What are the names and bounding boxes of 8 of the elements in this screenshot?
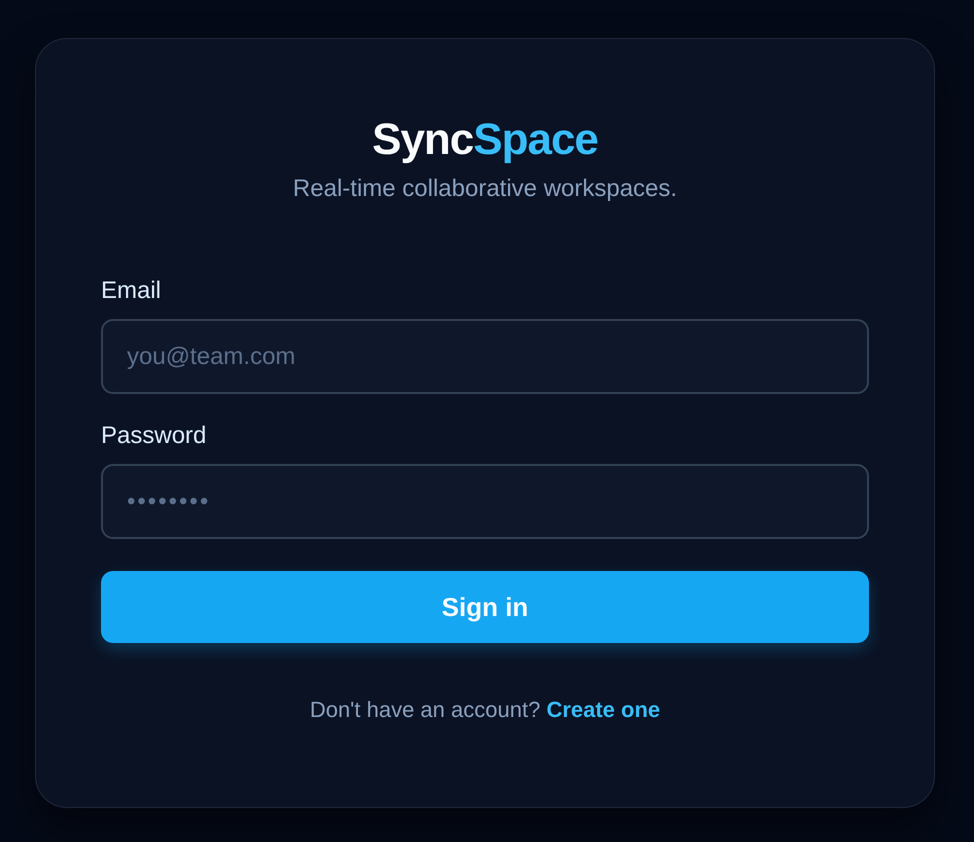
email-field[interactable]: you@team.com bbox=[101, 319, 869, 394]
tagline: Real-time collaborative workspaces. bbox=[292, 174, 678, 204]
field-label: Email bbox=[101, 276, 162, 306]
signup-prompt: Don't have an account? Create one bbox=[310, 696, 660, 724]
field-label: Password bbox=[101, 421, 206, 451]
password-field[interactable]: •••••••• bbox=[101, 464, 869, 539]
create-account-link[interactable]: Create one bbox=[546, 697, 660, 722]
logo: SyncSpace bbox=[372, 115, 598, 165]
